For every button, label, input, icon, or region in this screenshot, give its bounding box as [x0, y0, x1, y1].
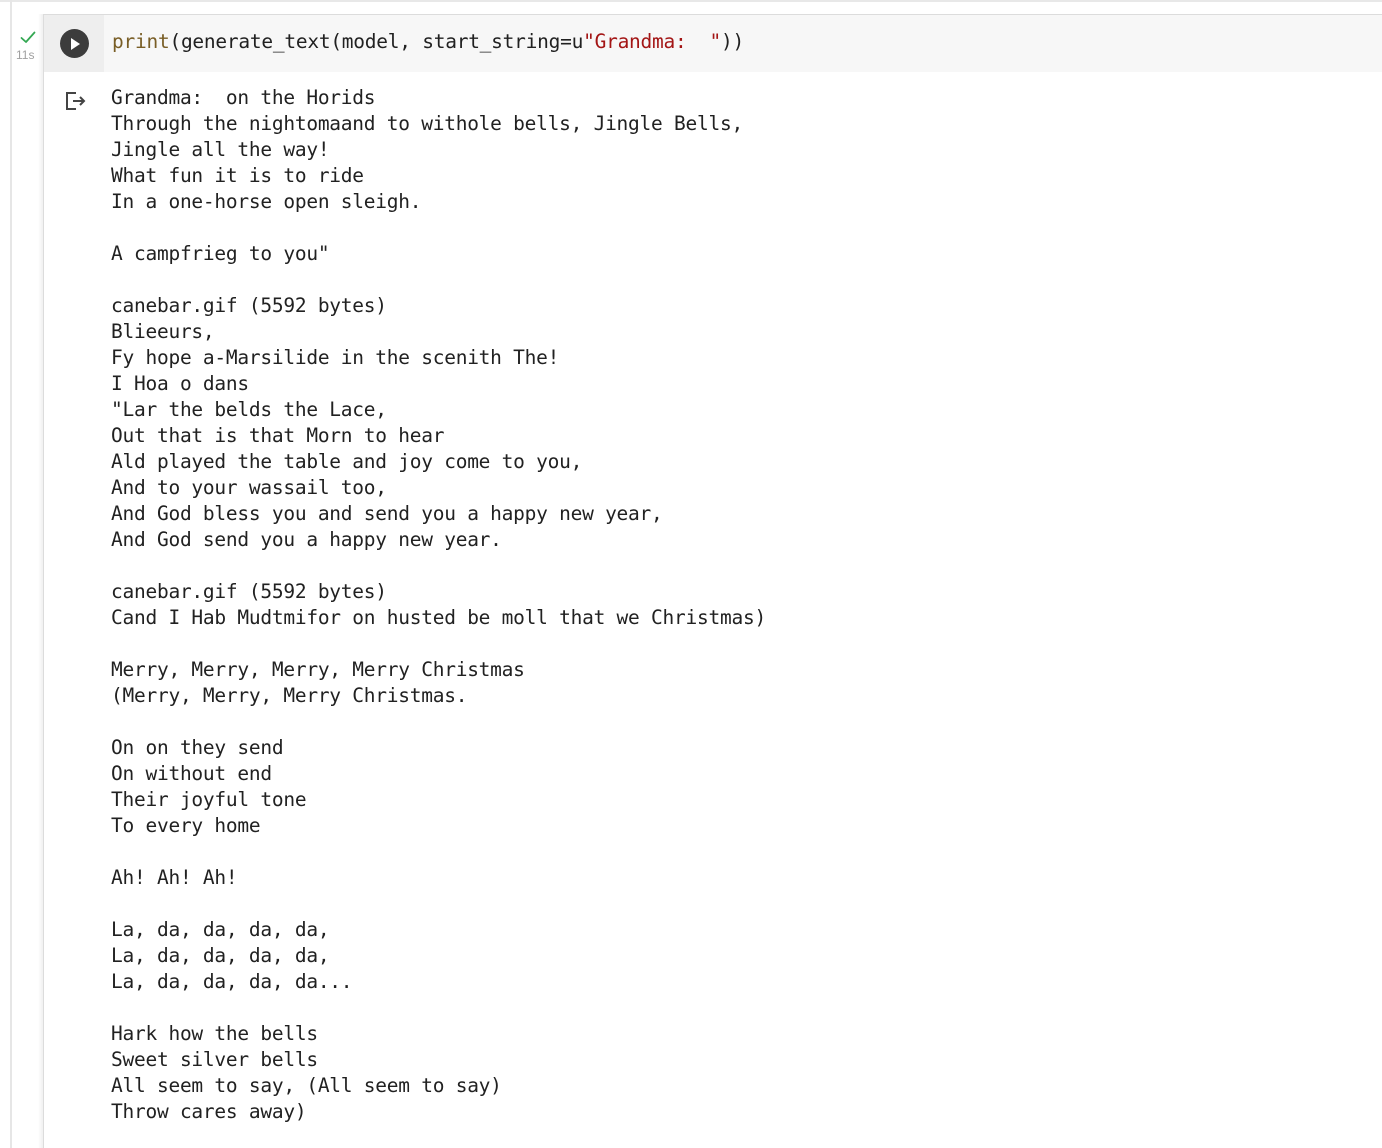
- output-line: canebar.gif (5592 bytes): [111, 580, 387, 603]
- output-line: A campfrieg to you": [111, 242, 330, 265]
- output-line: Ah! Ah! Ah!: [111, 866, 238, 889]
- cell-output: Grandma: on the Horids Through the nighto…: [111, 85, 766, 1125]
- output-line: And God bless you and send you a happy n…: [111, 502, 663, 525]
- play-icon: [70, 37, 80, 50]
- output-line: canebar.gif (5592 bytes): [111, 294, 387, 317]
- output-line: La, da, da, da, da...: [111, 970, 353, 993]
- output-line: And God send you a happy new year.: [111, 528, 502, 551]
- execution-time: 11s: [16, 48, 35, 62]
- code-call: (generate_text(model, start_string=u: [169, 30, 584, 53]
- output-line: Fy hope a-Marsilide in the scenith The!: [111, 346, 560, 369]
- output-line: La, da, da, da, da,: [111, 944, 330, 967]
- output-line: Out that is that Morn to hear: [111, 424, 445, 447]
- output-line: (Merry, Merry, Merry Christmas.: [111, 684, 468, 707]
- output-line: Cand I Hab Mudtmifor on husted be moll t…: [111, 606, 766, 629]
- checkmark-icon: [20, 31, 36, 43]
- code-line[interactable]: print(generate_text(model, start_string=…: [112, 30, 744, 54]
- output-line: Hark how the bells: [111, 1022, 318, 1045]
- output-line: What fun it is to ride: [111, 164, 364, 187]
- output-line: Grandma: on the Horids: [111, 86, 376, 109]
- output-line: I Hoa o dans: [111, 372, 249, 395]
- output-exit-icon[interactable]: [64, 89, 88, 113]
- top-border: [0, 0, 1382, 2]
- output-line: Throw cares away): [111, 1100, 307, 1123]
- output-line: Sweet silver bells: [111, 1048, 318, 1071]
- code-builtin-print: print: [112, 30, 170, 53]
- code-closing: )): [720, 30, 744, 53]
- notebook-left-border: [10, 0, 12, 1148]
- output-line: Through the nightomaand to withole bells…: [111, 112, 743, 135]
- output-line: And to your wassail too,: [111, 476, 387, 499]
- output-line: To every home: [111, 814, 261, 837]
- output-line: Blieeurs,: [111, 320, 215, 343]
- run-cell-button[interactable]: [60, 29, 89, 58]
- cell-gutter: [44, 15, 104, 72]
- output-line: Jingle all the way!: [111, 138, 330, 161]
- output-line: In a one-horse open sleigh.: [111, 190, 422, 213]
- output-line: On on they send: [111, 736, 284, 759]
- output-line: "Lar the belds the Lace,: [111, 398, 387, 421]
- output-line: Ald played the table and joy come to you…: [111, 450, 583, 473]
- output-line: On without end: [111, 762, 272, 785]
- code-string-literal: "Grandma: ": [583, 30, 721, 53]
- output-line: Merry, Merry, Merry, Merry Christmas: [111, 658, 525, 681]
- output-line: Their joyful tone: [111, 788, 307, 811]
- output-line: La, da, da, da, da,: [111, 918, 330, 941]
- output-line: All seem to say, (All seem to say): [111, 1074, 502, 1097]
